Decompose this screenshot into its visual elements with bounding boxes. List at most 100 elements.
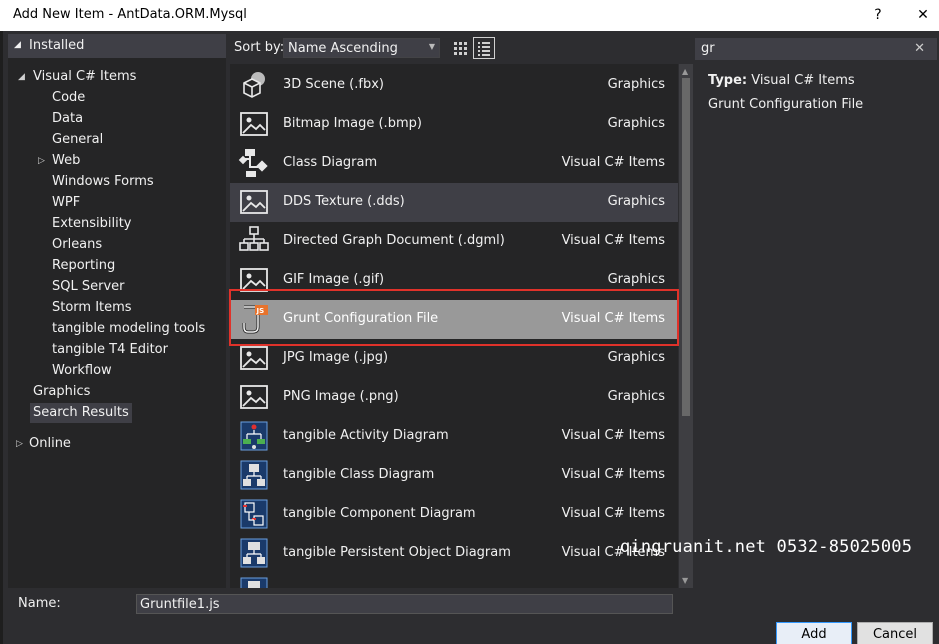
tree-item-search-results[interactable]: Search Results bbox=[30, 403, 132, 423]
small-icons-view-button[interactable] bbox=[449, 37, 471, 59]
clear-search-icon[interactable]: ✕ bbox=[914, 41, 925, 56]
tree-item-extensibility[interactable]: Extensibility bbox=[52, 214, 132, 234]
template-name: PNG Image (.png) bbox=[283, 389, 399, 404]
template-row-gif-image[interactable]: GIF Image (.gif) Graphics bbox=[230, 261, 678, 300]
template-name: Grunt Configuration File bbox=[283, 311, 439, 326]
tree-item-reporting[interactable]: Reporting bbox=[52, 256, 115, 276]
class-diagram-icon bbox=[238, 149, 268, 177]
details-description: Grunt Configuration File bbox=[708, 97, 864, 112]
list-view-icon bbox=[478, 42, 490, 56]
template-row-bitmap-image[interactable]: Bitmap Image (.bmp) Graphics bbox=[230, 105, 678, 144]
tree-item-wpf[interactable]: WPF bbox=[52, 193, 80, 213]
collapsed-arrow-icon[interactable]: ▷ bbox=[16, 434, 23, 454]
help-button[interactable]: ? bbox=[866, 4, 890, 26]
name-input[interactable] bbox=[136, 594, 673, 614]
image-icon bbox=[240, 385, 268, 409]
image-icon bbox=[240, 268, 268, 292]
tree-item-general[interactable]: General bbox=[52, 130, 103, 150]
tree-item-sql-server[interactable]: SQL Server bbox=[52, 277, 125, 297]
tree-item-workflow[interactable]: Workflow bbox=[52, 361, 112, 381]
collapse-arrow-icon[interactable]: ◢ bbox=[14, 40, 21, 50]
cancel-button[interactable]: Cancel bbox=[857, 622, 933, 644]
template-type: Visual C# Items bbox=[561, 428, 665, 443]
tree-item-data[interactable]: Data bbox=[52, 109, 83, 129]
tree-item-code[interactable]: Code bbox=[52, 88, 85, 108]
template-row-tangible-activity-diagram[interactable]: tangible Activity Diagram Visual C# Item… bbox=[230, 417, 678, 456]
template-row-partial[interactable] bbox=[230, 573, 678, 588]
template-name: Class Diagram bbox=[283, 155, 378, 170]
template-type: Visual C# Items bbox=[561, 233, 665, 248]
template-name: JPG Image (.jpg) bbox=[283, 350, 389, 365]
tree-item-storm-items[interactable]: Storm Items bbox=[52, 298, 132, 318]
graph-icon bbox=[239, 226, 269, 251]
template-name: GIF Image (.gif) bbox=[283, 272, 385, 287]
window-title: Add New Item - AntData.ORM.Mysql bbox=[13, 7, 247, 22]
template-name: tangible Component Diagram bbox=[283, 506, 476, 521]
expanded-arrow-icon[interactable]: ◢ bbox=[18, 67, 25, 87]
sort-value: Name Ascending bbox=[288, 41, 398, 56]
template-row-grunt-configuration-file[interactable]: JS Grunt Configuration File Visual C# It… bbox=[230, 300, 678, 339]
grid-view-icon bbox=[454, 42, 467, 55]
activity-diagram-icon bbox=[240, 421, 268, 451]
details-pane: Type: Visual C# Items Grunt Configuratio… bbox=[696, 64, 936, 588]
svg-text:JS: JS bbox=[256, 307, 265, 315]
template-type: Graphics bbox=[607, 272, 665, 287]
tree-item-installed[interactable]: ◢ Installed bbox=[8, 34, 226, 58]
tree-item-windows-forms[interactable]: Windows Forms bbox=[52, 172, 154, 192]
template-name: 3D Scene (.fbx) bbox=[283, 77, 384, 92]
tree-item-tangible-t4-editor[interactable]: tangible T4 Editor bbox=[52, 340, 168, 360]
window-edge bbox=[0, 31, 3, 644]
template-row-tangible-component-diagram[interactable]: tangible Component Diagram Visual C# Ite… bbox=[230, 495, 678, 534]
sort-dropdown[interactable]: Name Ascending ▼ bbox=[283, 38, 440, 58]
tree-item-graphics[interactable]: Graphics bbox=[33, 382, 90, 402]
template-type: Visual C# Items bbox=[561, 506, 665, 521]
scroll-up-icon[interactable]: ▲ bbox=[682, 67, 688, 76]
template-row-tangible-persistent-object-diagram[interactable]: tangible Persistent Object Diagram Visua… bbox=[230, 534, 678, 573]
template-row-dds-texture[interactable]: DDS Texture (.dds) Graphics bbox=[230, 183, 678, 222]
template-name: tangible Persistent Object Diagram bbox=[283, 545, 511, 560]
details-type-line: Type: Visual C# Items bbox=[708, 73, 855, 88]
category-tree: ◢ Installed ◢ Visual C# Items Code Data … bbox=[8, 34, 226, 588]
template-type: Graphics bbox=[607, 389, 665, 404]
template-list: 3D Scene (.fbx) Graphics Bitmap Image (.… bbox=[230, 64, 678, 588]
3d-scene-icon bbox=[243, 72, 265, 98]
template-row-3d-scene[interactable]: 3D Scene (.fbx) Graphics bbox=[230, 66, 678, 105]
title-bar: Add New Item - AntData.ORM.Mysql ? ✕ bbox=[0, 0, 939, 31]
template-name: DDS Texture (.dds) bbox=[283, 194, 405, 209]
template-type: Graphics bbox=[607, 77, 665, 92]
chevron-down-icon: ▼ bbox=[428, 42, 435, 51]
template-row-jpg-image[interactable]: JPG Image (.jpg) Graphics bbox=[230, 339, 678, 378]
template-type: Visual C# Items bbox=[561, 467, 665, 482]
close-button[interactable]: ✕ bbox=[911, 4, 935, 26]
template-row-class-diagram[interactable]: Class Diagram Visual C# Items bbox=[230, 144, 678, 183]
template-row-tangible-class-diagram[interactable]: tangible Class Diagram Visual C# Items bbox=[230, 456, 678, 495]
template-type: Visual C# Items bbox=[561, 155, 665, 170]
details-type-label: Type: bbox=[708, 73, 748, 88]
template-type: Graphics bbox=[607, 350, 665, 365]
tree-item-tangible-modeling-tools[interactable]: tangible modeling tools bbox=[52, 319, 205, 339]
tree-item-orleans[interactable]: Orleans bbox=[52, 235, 102, 255]
sort-label: Sort by: bbox=[234, 40, 285, 55]
search-input[interactable]: gr ✕ bbox=[695, 38, 937, 60]
list-scrollbar[interactable]: ▲ ▼ bbox=[679, 64, 693, 588]
add-button[interactable]: Add bbox=[776, 622, 852, 644]
template-name: tangible Activity Diagram bbox=[283, 428, 449, 443]
scrollbar-thumb[interactable] bbox=[682, 78, 690, 416]
tangible-class-diagram-icon bbox=[240, 460, 268, 490]
template-type: Graphics bbox=[607, 116, 665, 131]
template-row-png-image[interactable]: PNG Image (.png) Graphics bbox=[230, 378, 678, 417]
component-diagram-icon bbox=[240, 499, 268, 529]
template-row-directed-graph[interactable]: Directed Graph Document (.dgml) Visual C… bbox=[230, 222, 678, 261]
scroll-down-icon[interactable]: ▼ bbox=[682, 576, 688, 585]
template-type: Graphics bbox=[607, 194, 665, 209]
image-icon bbox=[240, 112, 268, 136]
collapsed-arrow-icon[interactable]: ▷ bbox=[38, 151, 45, 171]
name-label: Name: bbox=[18, 596, 61, 611]
grunt-js-icon: JS bbox=[242, 305, 268, 334]
persistent-object-diagram-icon bbox=[240, 538, 268, 568]
search-query: gr bbox=[701, 41, 715, 56]
template-name: Directed Graph Document (.dgml) bbox=[283, 233, 505, 248]
details-view-button[interactable] bbox=[473, 37, 495, 59]
template-name: tangible Class Diagram bbox=[283, 467, 435, 482]
details-type-value: Visual C# Items bbox=[751, 73, 855, 88]
